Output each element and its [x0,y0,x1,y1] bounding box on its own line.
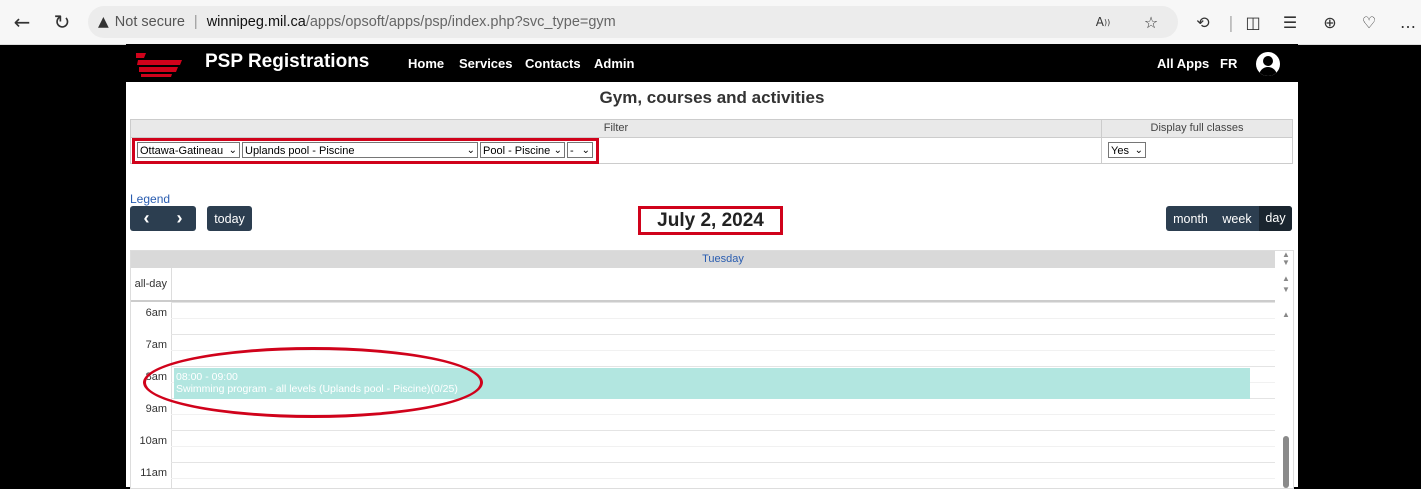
hour-line [171,334,1275,335]
address-separator: | [193,14,198,30]
time-label-7am: 7am [145,339,167,351]
nav-all-apps[interactable]: All Apps [1157,56,1209,71]
view-day-button[interactable]: day [1259,206,1292,231]
hour-line [171,302,1275,303]
address-bar[interactable]: ▲ Not secure | winnipeg.mil.ca/apps/opso… [88,6,1178,38]
extensions-icon[interactable]: ⟲ [1190,8,1216,36]
hour-line [171,430,1275,431]
time-label-6am: 6am [145,307,167,319]
all-day-label: all-day [134,278,167,290]
nav-contacts[interactable]: Contacts [525,56,581,71]
header-scroll-arrows[interactable]: ▲ ▼ [1279,251,1293,268]
split-screen-icon[interactable]: ◫ [1240,8,1266,36]
time-label-11am: 11am [140,467,167,479]
scrollbar-thumb[interactable] [1283,436,1289,488]
performance-icon[interactable]: ♡ [1356,8,1382,36]
hour-line [171,462,1275,463]
favorite-star-icon[interactable]: ☆ [1138,8,1164,36]
prev-next-group: ‹ › [130,206,196,231]
site-navbar: PSP Registrations Home Services Contacts… [126,44,1298,82]
more-icon[interactable]: … [1395,8,1421,36]
psp-logo-icon[interactable] [132,50,182,78]
day-header[interactable]: Tuesday [171,253,1275,265]
url-host: winnipeg.mil.ca [206,14,306,30]
display-full-cell: Yes ⌄ [1102,138,1292,163]
security-label[interactable]: Not secure [115,14,185,30]
filter-header: Filter [131,120,1102,138]
view-month-button[interactable]: month [1166,212,1215,226]
next-button[interactable]: › [163,208,196,229]
display-full-select[interactable]: Yes ⌄ [1108,142,1146,158]
nav-language-toggle[interactable]: FR [1220,56,1237,71]
nav-services[interactable]: Services [459,56,513,71]
scroll-up-icon: ▲ [1282,310,1290,319]
body-scrollbar[interactable]: ▲ [1279,302,1293,488]
nav-admin[interactable]: Admin [594,56,634,71]
prev-button[interactable]: ‹ [130,208,163,229]
brand-title[interactable]: PSP Registrations [205,51,369,73]
filter-highlight-box [132,138,599,164]
read-aloud-icon[interactable]: A)) [1090,8,1116,36]
collections-icon[interactable]: ⊕ [1317,8,1343,36]
today-button[interactable]: today [207,206,252,231]
allday-scroll-arrows[interactable]: ▲ ▼ [1279,273,1293,297]
half-hour-line [171,446,1275,447]
favorites-icon[interactable]: ☰ [1277,8,1303,36]
display-full-header: Display full classes [1102,120,1292,138]
half-hour-line [171,318,1275,319]
scroll-arrows-icon: ▲ ▼ [1282,274,1290,294]
view-toggle-group: month week day [1166,206,1292,231]
time-label-10am: 10am [139,435,167,447]
chevron-down-icon: ⌄ [1134,145,1143,156]
nav-home[interactable]: Home [408,56,444,71]
scroll-up-down-icon: ▲ ▼ [1282,250,1290,267]
view-week-button[interactable]: week [1215,212,1259,226]
event-highlight-ellipse [143,347,483,418]
calendar-header: Tuesday [131,251,1275,268]
browser-toolbar: ← ↻ ▲ Not secure | winnipeg.mil.ca/apps/… [0,0,1421,45]
page-title: Gym, courses and activities [599,88,825,107]
time-label-9am: 9am [145,403,167,415]
legend-link[interactable]: Legend [130,192,170,206]
calendar-date-title: July 2, 2024 [638,206,783,235]
warning-icon: ▲ [98,14,109,30]
user-avatar-icon[interactable] [1256,52,1280,76]
back-arrow-icon[interactable]: ← [8,8,36,36]
all-day-row: all-day [131,268,1275,302]
main-content: Gym, courses and activities Filter Displ… [126,82,1298,489]
half-hour-line [171,478,1275,479]
display-full-value: Yes [1111,145,1129,157]
refresh-icon[interactable]: ↻ [48,8,76,36]
url-path: /apps/opsoft/apps/psp/index.php?svc_type… [305,14,616,30]
all-day-label-cell: all-day [131,268,172,300]
